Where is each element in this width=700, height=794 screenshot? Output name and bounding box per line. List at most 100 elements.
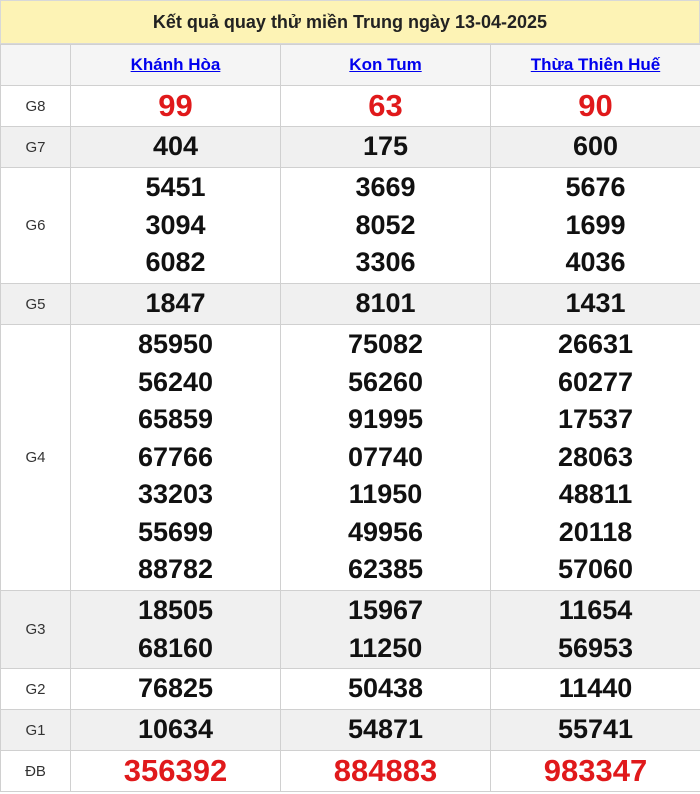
prize-cell: 10634 [70,709,281,751]
results-container: Kết quả quay thử miền Trung ngày 13-04-2… [0,0,700,794]
prize-number: 8101 [355,288,416,319]
prize-number: 75082 [347,329,424,360]
prize-label: G3 [0,590,71,669]
province-link-thua-thien-hue[interactable]: Thừa Thiên Huế [531,55,660,74]
prize-label: ĐB [0,750,71,792]
table-row: G7 404 175 600 [0,126,700,168]
table-row: G5 1847 8101 1431 [0,283,700,325]
prize-number: 55699 [137,516,214,547]
prize-number: 91995 [347,404,424,435]
prize-number: 54871 [347,714,424,745]
prize-number: 5451 [145,172,206,203]
prize-number: 1847 [145,288,206,319]
prize-label: G2 [0,668,71,710]
prize-number: 404 [152,131,199,162]
prize-number: 88782 [137,554,214,585]
prize-number: 33203 [137,479,214,510]
prize-cell: 50438 [280,668,491,710]
prize-number: 56953 [557,632,634,663]
table-row: G6 5451 3094 6082 3669 8052 3306 5676 1699 4036 [0,167,700,284]
prize-number: 20118 [558,516,633,547]
prize-number: 6082 [145,247,206,278]
prize-cell: 5451 3094 6082 [70,167,281,284]
prize-number: 11440 [558,673,633,704]
prize-number: 56260 [347,366,424,397]
prize-number: 49956 [347,516,424,547]
prize-number: 175 [362,131,409,162]
prize-cell: 18505 68160 [70,590,281,669]
prize-cell: 1431 [490,283,700,325]
table-row: G1 10634 54871 55741 [0,709,700,751]
prize-number: 1699 [565,209,626,240]
prize-number: 11950 [348,479,423,510]
prize-cell: 356392 [70,750,281,792]
prize-number: 356392 [123,753,228,789]
prize-cell: 26631 60277 17537 28063 48811 20118 57060 [490,324,700,591]
prize-number: 18505 [137,595,214,625]
province-link-kon-tum[interactable]: Kon Tum [349,55,421,74]
prize-label: G4 [0,324,71,591]
prize-cell: 15967 11250 [280,590,491,669]
prize-cell: 11440 [490,668,700,710]
prize-number: 62385 [347,554,424,585]
prize-number: 5676 [565,172,626,203]
prize-number: 67766 [137,441,214,472]
prize-number: 68160 [137,632,214,663]
prize-cell: 11654 56953 [490,590,700,669]
prize-number: 4036 [565,247,626,278]
prize-label: G7 [0,126,71,168]
prize-cell: 600 [490,126,700,168]
prize-cell: 85950 56240 65859 67766 33203 55699 88782 [70,324,281,591]
prize-number: 90 [578,88,613,124]
prize-number: 57060 [557,554,634,585]
prize-number: 10634 [137,714,214,745]
prize-cell: 75082 56260 91995 07740 11950 49956 62385 [280,324,491,591]
prize-label: G1 [0,709,71,751]
prize-cell: 404 [70,126,281,168]
table-row: G2 76825 50438 11440 [0,668,700,710]
prize-cell: 76825 [70,668,281,710]
prize-number: 11654 [558,595,633,625]
prize-number: 65859 [137,404,214,435]
prize-cell: 1847 [70,283,281,325]
prize-cell: 884883 [280,750,491,792]
prize-cell: 8101 [280,283,491,325]
prize-cell: 54871 [280,709,491,751]
table-row: G8 99 63 90 [0,85,700,127]
prize-number: 28063 [557,441,634,472]
table-row: G3 18505 68160 15967 11250 11654 56953 [0,590,700,669]
table-row: ĐB 356392 884883 983347 [0,750,700,792]
prize-number: 600 [572,131,619,162]
prize-cell: 983347 [490,750,700,792]
prize-cell: 55741 [490,709,700,751]
results-body: G8 99 63 90 G7 404 175 600 G6 5451 3094 6082 3669 805… [0,85,700,792]
prize-number: 17537 [557,404,634,435]
prize-cell: 90 [490,85,700,127]
prize-number: 3306 [355,247,416,278]
prize-number: 26631 [557,329,634,360]
province-link-khanh-hoa[interactable]: Khánh Hòa [131,55,221,74]
prize-number: 48811 [558,479,633,510]
prize-number: 55741 [557,714,634,745]
header-province-1: Khánh Hòa [70,44,281,86]
prize-number: 63 [368,88,403,124]
prize-cell: 63 [280,85,491,127]
table-header-row: Khánh Hòa Kon Tum Thừa Thiên Huế [0,44,700,86]
prize-number: 1431 [565,288,626,319]
prize-cell: 3669 8052 3306 [280,167,491,284]
prize-number: 983347 [543,753,648,789]
header-province-2: Kon Tum [280,44,491,86]
prize-number: 07740 [347,441,424,472]
header-corner [0,44,71,86]
prize-number: 60277 [557,366,634,397]
prize-cell: 175 [280,126,491,168]
prize-number: 76825 [137,673,214,704]
prize-number: 15967 [347,595,424,625]
prize-number: 11250 [348,632,423,663]
prize-number: 85950 [137,329,214,360]
table-row: G4 85950 56240 65859 67766 33203 55699 88782 750… [0,324,700,591]
prize-number: 99 [158,88,193,124]
header-province-3: Thừa Thiên Huế [490,44,700,86]
prize-number: 8052 [355,209,416,240]
prize-cell: 5676 1699 4036 [490,167,700,284]
